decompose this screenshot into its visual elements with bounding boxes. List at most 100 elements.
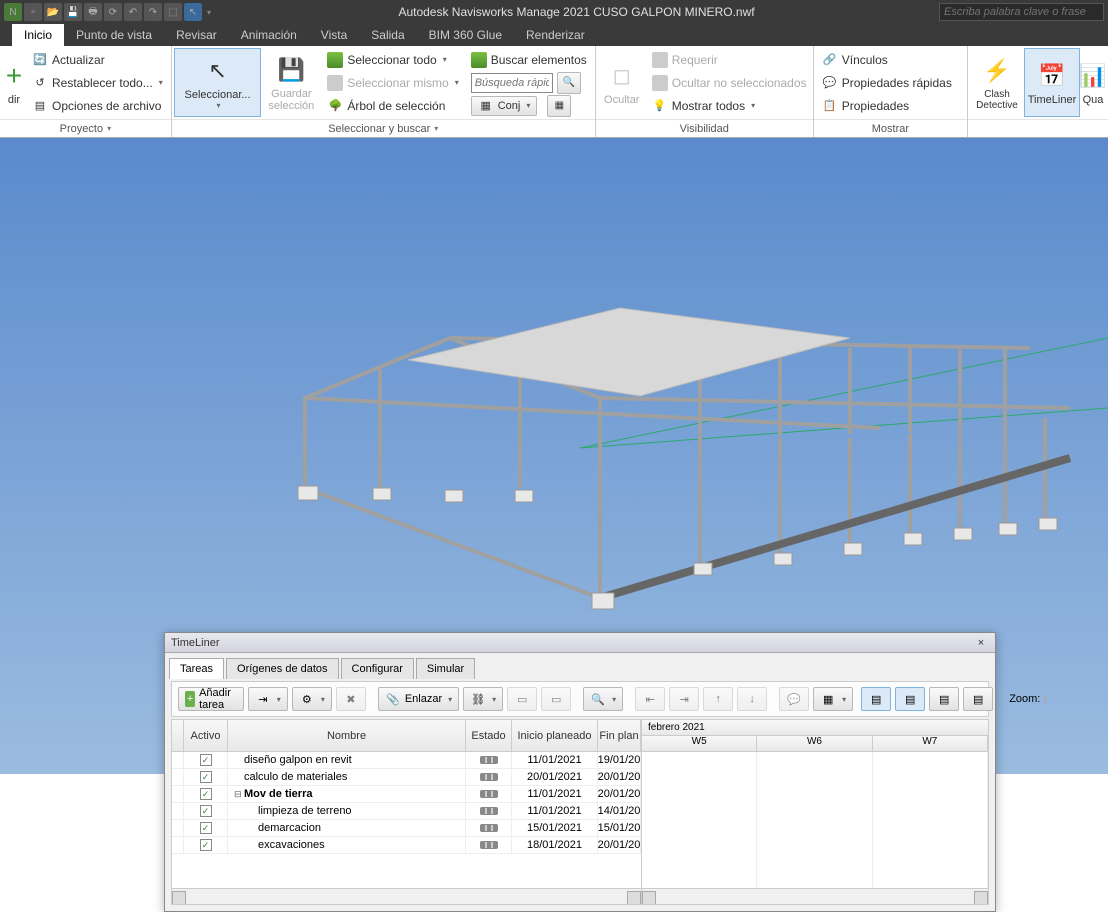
app-menu-icon[interactable]: N: [4, 3, 22, 21]
viewport-3d[interactable]: TimeLiner × Tareas Orígenes de datos Con…: [0, 138, 1108, 774]
tab-animacion[interactable]: Animación: [229, 24, 309, 46]
col-activo[interactable]: Activo: [184, 720, 228, 751]
refresh-small-icon: 🔄: [32, 52, 48, 68]
movedown-button[interactable]: ↓: [737, 687, 767, 711]
timeliner-titlebar[interactable]: TimeLiner ×: [165, 633, 995, 653]
view-combined-button[interactable]: ▤: [963, 687, 993, 711]
h-scrollbar-right[interactable]: [642, 888, 988, 904]
opciones-button[interactable]: ▤Opciones de archivo: [26, 94, 169, 117]
h-scrollbar-left[interactable]: [172, 888, 641, 904]
refresh-icon[interactable]: ⟳: [104, 3, 122, 21]
moveup-button[interactable]: ↑: [703, 687, 733, 711]
col-inicio[interactable]: Inicio planeado: [512, 720, 598, 751]
quick-search-input[interactable]: [471, 73, 553, 93]
restablecer-button[interactable]: ↺Restablecer todo...▾: [26, 71, 169, 94]
table-row[interactable]: ✓calculo de materiales20/01/202120/01/20: [172, 769, 641, 786]
help-search-input[interactable]: [939, 3, 1104, 21]
view-gantt-button[interactable]: ▤: [861, 687, 891, 711]
chevron-down-icon: ▾: [448, 695, 452, 704]
ocultar-no-sel-button[interactable]: Ocultar no seleccionados: [646, 71, 813, 94]
new-icon[interactable]: ▫: [24, 3, 42, 21]
undo-icon[interactable]: ↶: [124, 3, 142, 21]
search-go-button[interactable]: 🔍: [557, 72, 581, 94]
delete-task-button[interactable]: ✖: [336, 687, 366, 711]
redo-icon[interactable]: ↷: [144, 3, 162, 21]
columns-button[interactable]: ▦▾: [813, 687, 853, 711]
auto-add-button[interactable]: ⚙▾: [292, 687, 332, 711]
tab-punto-de-vista[interactable]: Punto de vista: [64, 24, 164, 46]
checkbox[interactable]: ✓: [200, 805, 212, 817]
print-icon[interactable]: 🖶: [84, 3, 102, 21]
tab-origenes[interactable]: Orígenes de datos: [226, 658, 339, 679]
buscar-elementos-button[interactable]: Buscar elementos: [465, 48, 593, 71]
checkbox[interactable]: ✓: [200, 754, 212, 766]
anadir-tarea-button[interactable]: +Añadir tarea: [178, 687, 244, 711]
table-row[interactable]: ✓⊟Mov de tierra11/01/202120/01/20: [172, 786, 641, 803]
prop-rapidas-button[interactable]: 💬Propiedades rápidas: [816, 71, 958, 94]
col-estado[interactable]: Estado: [466, 720, 512, 751]
tab-configurar[interactable]: Configurar: [341, 658, 414, 679]
checkbox[interactable]: ✓: [200, 822, 212, 834]
close-button[interactable]: ×: [973, 637, 989, 649]
mostrar-todos-button[interactable]: 💡Mostrar todos▾: [646, 94, 813, 117]
clash-button[interactable]: ⚡ Clash Detective: [970, 48, 1024, 117]
arbol-seleccion-button[interactable]: 🌳Árbol de selección: [321, 94, 464, 117]
requerir-button[interactable]: Requerir: [646, 48, 813, 71]
ocultar-button[interactable]: ◻ Ocultar: [598, 48, 646, 117]
conj-aux-button[interactable]: ▦: [547, 95, 571, 117]
timeliner-button[interactable]: 📅 TimeLiner: [1024, 48, 1080, 117]
tb-btn-1[interactable]: ▭: [507, 687, 537, 711]
seleccionar-mismo-button[interactable]: Seleccionar mismo▾: [321, 71, 464, 94]
tab-salida[interactable]: Salida: [359, 24, 416, 46]
open-icon[interactable]: 📂: [44, 3, 62, 21]
quick-search-row: 🔍: [465, 71, 593, 94]
propiedades-button[interactable]: 📋Propiedades: [816, 94, 958, 117]
table-row[interactable]: ✓demarcacion15/01/202115/01/20: [172, 820, 641, 837]
pointer-icon[interactable]: ↖: [184, 3, 202, 21]
view-actual-button[interactable]: ▤: [929, 687, 959, 711]
enlazar-button[interactable]: 📎Enlazar▾: [378, 687, 459, 711]
table-row[interactable]: ✓diseño galpon en revit11/01/202119/01/2…: [172, 752, 641, 769]
checkbox[interactable]: ✓: [200, 771, 212, 783]
col-fin[interactable]: Fin plan: [598, 720, 641, 751]
tab-renderizar[interactable]: Renderizar: [514, 24, 597, 46]
seleccionar-button[interactable]: ↖ Seleccionar... ▾: [174, 48, 262, 117]
group-herramientas: ⚡ Clash Detective 📅 TimeLiner 📊 Qua: [968, 46, 1108, 137]
indent-button[interactable]: ⇤: [635, 687, 665, 711]
tb-btn-2[interactable]: ▭: [541, 687, 571, 711]
tab-bim360[interactable]: BIM 360 Glue: [417, 24, 514, 46]
find-button[interactable]: 🔍▾: [583, 687, 623, 711]
gantt-month-header: febrero 2021: [642, 720, 988, 736]
tab-simular[interactable]: Simular: [416, 658, 475, 679]
outdent-button[interactable]: ⇥: [669, 687, 699, 711]
insert-task-button[interactable]: ⇥▾: [248, 687, 288, 711]
tab-revisar[interactable]: Revisar: [164, 24, 229, 46]
vinculos-button[interactable]: 🔗Vínculos: [816, 48, 958, 71]
checkbox[interactable]: ✓: [200, 788, 212, 800]
anadir-button[interactable]: + dir: [2, 48, 26, 117]
guardar-seleccion-button[interactable]: 💾 Guardar selección: [261, 48, 321, 117]
zoom-slider[interactable]: [1044, 696, 1046, 702]
gantt-chart[interactable]: [642, 752, 988, 888]
conj-button[interactable]: ▦Conj▾: [471, 96, 538, 116]
inicio-cell: 15/01/2021: [512, 820, 598, 836]
tab-inicio[interactable]: Inicio: [12, 24, 64, 46]
task-name: Mov de tierra: [244, 788, 312, 800]
save-icon[interactable]: 💾: [64, 3, 82, 21]
quantification-button[interactable]: 📊 Qua: [1080, 48, 1106, 117]
qat-dropdown-icon[interactable]: ▾: [204, 8, 214, 17]
unhide-icon: 💡: [652, 98, 668, 114]
tab-vista[interactable]: Vista: [309, 24, 359, 46]
tab-tareas[interactable]: Tareas: [169, 658, 224, 679]
checkbox[interactable]: ✓: [200, 839, 212, 851]
view-planned-button[interactable]: ▤: [895, 687, 925, 711]
seleccionar-todo-button[interactable]: Seleccionar todo▾: [321, 48, 464, 71]
comment-button[interactable]: 💬: [779, 687, 809, 711]
table-row[interactable]: ✓limpieza de terreno11/01/202114/01/20: [172, 803, 641, 820]
detach-button[interactable]: ⛓▾: [463, 687, 503, 711]
actualizar-button[interactable]: 🔄Actualizar: [26, 48, 169, 71]
select-icon[interactable]: ⬚: [164, 3, 182, 21]
seleccionar-mismo-label: Seleccionar mismo: [347, 76, 448, 90]
col-nombre[interactable]: Nombre: [228, 720, 466, 751]
table-row[interactable]: ✓excavaciones18/01/202120/01/20: [172, 837, 641, 854]
